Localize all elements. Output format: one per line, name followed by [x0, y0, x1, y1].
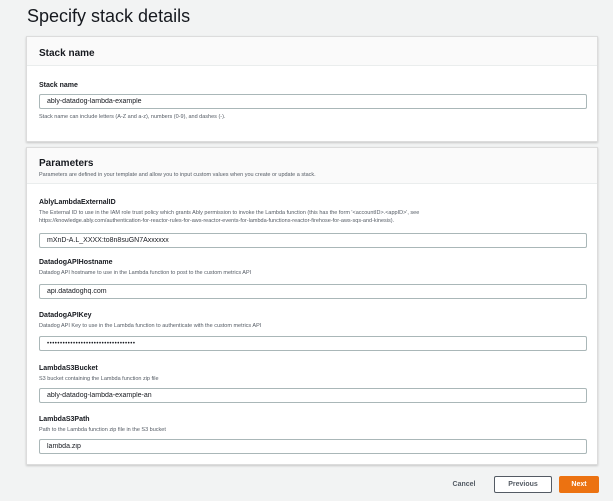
parameters-panel-title: Parameters: [39, 158, 94, 169]
ably-lambda-external-id-description-url: https://knowledge.ably.com/authenticatio…: [39, 218, 395, 224]
lambda-s3-bucket-label: LambdaS3Bucket: [39, 365, 98, 372]
datadog-api-hostname-label: DatadogAPIHostname: [39, 259, 113, 266]
stack-name-panel: Stack name Stack name Stack name can inc…: [26, 36, 598, 142]
stack-name-label: Stack name: [39, 82, 78, 89]
lambda-s3-bucket-description: S3 bucket containing the Lambda function…: [39, 376, 159, 382]
stack-name-panel-header: Stack name: [27, 37, 597, 66]
stack-name-panel-title: Stack name: [39, 48, 95, 59]
stack-name-input[interactable]: [39, 94, 587, 109]
lambda-s3-bucket-input[interactable]: [39, 388, 587, 403]
ably-lambda-external-id-label: AblyLambdaExternalID: [39, 199, 116, 206]
datadog-api-hostname-input[interactable]: [39, 284, 587, 299]
ably-lambda-external-id-input[interactable]: [39, 233, 587, 248]
previous-button[interactable]: Previous: [494, 476, 552, 493]
stack-name-hint: Stack name can include letters (A-Z and …: [39, 114, 226, 120]
lambda-s3-path-description: Path to the Lambda function zip file in …: [39, 427, 166, 433]
datadog-api-key-label: DatadogAPIKey: [39, 312, 92, 319]
page-title: Specify stack details: [27, 6, 191, 26]
ably-lambda-external-id-description: The External ID to use in the IAM role t…: [39, 210, 420, 216]
datadog-api-key-description: Datadog API Key to use in the Lambda fun…: [39, 323, 262, 329]
datadog-api-key-input[interactable]: [39, 336, 587, 351]
parameters-panel-header: Parameters Parameters are defined in you…: [27, 148, 597, 184]
next-button[interactable]: Next: [559, 476, 599, 493]
cancel-button[interactable]: Cancel: [442, 476, 486, 493]
lambda-s3-path-label: LambdaS3Path: [39, 416, 90, 423]
parameters-panel-description: Parameters are defined in your template …: [39, 172, 316, 178]
parameters-panel: Parameters Parameters are defined in you…: [26, 147, 598, 465]
datadog-api-hostname-description: Datadog API hostname to use in the Lambd…: [39, 270, 252, 276]
lambda-s3-path-input[interactable]: [39, 439, 587, 454]
